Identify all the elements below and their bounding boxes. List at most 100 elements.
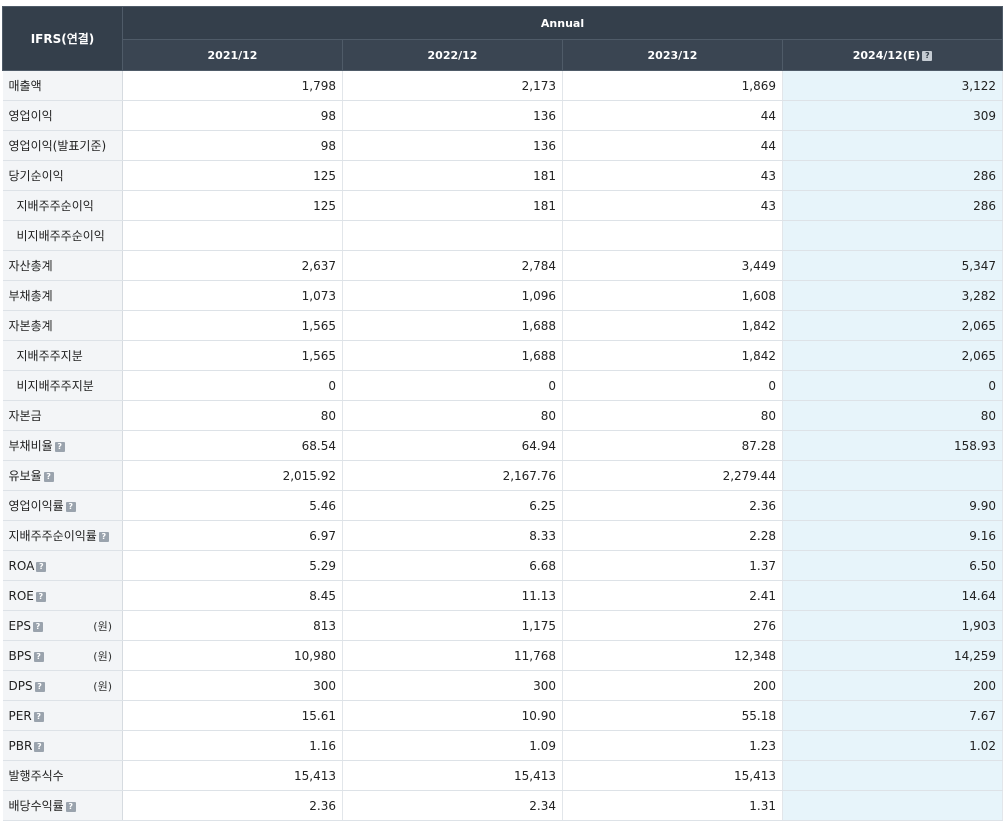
value-cell-estimate [782, 130, 1004, 161]
value-cell: 1.23 [562, 730, 783, 761]
help-icon[interactable]: ? [65, 802, 76, 812]
table-header: IFRS(연결) Annual 2021/12 2022/12 2023/12 … [2, 6, 1004, 71]
value-cell: 125 [122, 190, 343, 221]
row-label: PER [8, 708, 32, 723]
header-col-2024e: 2024/12(E)? [781, 39, 1004, 71]
row-label: 영업이익(발표기준) [8, 139, 107, 153]
table-row: PBR? 1.16 1.09 1.23 1.02 [2, 730, 1004, 761]
value-cell: 44 [562, 100, 783, 131]
value-cell: 1,842 [562, 310, 783, 341]
row-label-cell: EPS? (원) [2, 610, 123, 641]
header-col-2022: 2022/12 [342, 39, 563, 71]
help-icon[interactable]: ? [33, 711, 44, 722]
row-label-cell: 영업이익률? [2, 490, 123, 521]
value-cell [342, 220, 563, 251]
table-row: 부채총계 1,073 1,096 1,608 3,282 [2, 280, 1004, 311]
value-cell-estimate: 9.90 [782, 490, 1004, 521]
row-label: 배당수익률 [8, 799, 64, 813]
value-cell: 1,688 [342, 340, 563, 371]
value-cell: 64.94 [342, 430, 563, 461]
value-cell: 10.90 [342, 700, 563, 731]
row-label: 영업이익 [8, 109, 53, 123]
value-cell: 2.36 [562, 490, 783, 521]
row-label-cell: 유보율? [2, 460, 123, 491]
row-label: ROA [8, 558, 35, 573]
value-cell: 1,565 [122, 340, 343, 371]
value-cell-estimate [782, 790, 1004, 821]
row-label: 지배주주순이익률 [8, 529, 97, 543]
table-row: 당기순이익 125 181 43 286 [2, 160, 1004, 191]
value-cell: 2.36 [122, 790, 343, 821]
value-cell: 98 [122, 130, 343, 161]
table-row: 자본총계 1,565 1,688 1,842 2,065 [2, 310, 1004, 341]
value-cell: 6.97 [122, 520, 343, 551]
value-cell: 5.29 [122, 550, 343, 581]
value-cell: 8.33 [342, 520, 563, 551]
value-cell: 2.41 [562, 580, 783, 611]
value-cell: 80 [342, 400, 563, 431]
value-cell: 1,869 [562, 70, 783, 101]
row-label-cell: 배당수익률? [2, 790, 123, 821]
unit-label: (원) [93, 649, 112, 663]
row-label: 지배주주순이익 [16, 199, 94, 213]
value-cell: 1,073 [122, 280, 343, 311]
table-row: 유보율? 2,015.92 2,167.76 2,279.44 [2, 460, 1004, 491]
help-icon[interactable]: ? [54, 442, 65, 452]
row-label-cell: ROE? [2, 580, 123, 611]
help-icon[interactable]: ? [34, 741, 45, 752]
value-cell: 2,637 [122, 250, 343, 281]
row-label-cell: 매출액 [2, 70, 123, 101]
row-label: 부채비율 [8, 439, 53, 453]
row-label-cell: BPS? (원) [2, 640, 123, 671]
help-icon[interactable]: ? [35, 591, 46, 602]
value-cell-estimate [782, 220, 1004, 251]
help-icon[interactable]: ? [33, 651, 44, 662]
help-icon[interactable]: ? [98, 532, 109, 542]
value-cell: 1,798 [122, 70, 343, 101]
value-cell-estimate: 2,065 [782, 310, 1004, 341]
value-cell: 6.25 [342, 490, 563, 521]
value-cell: 1,842 [562, 340, 783, 371]
value-cell: 15,413 [562, 760, 783, 791]
row-label: ROE [8, 588, 34, 603]
table-row: 영업이익 98 136 44 309 [2, 100, 1004, 131]
row-label-cell: 비지배주주순이익 [2, 220, 123, 251]
value-cell-estimate: 158.93 [782, 430, 1004, 461]
row-label: 자산총계 [8, 259, 53, 273]
value-cell-estimate: 7.67 [782, 700, 1004, 731]
value-cell-estimate: 200 [782, 670, 1004, 701]
value-cell: 1,175 [342, 610, 563, 641]
row-label: 지배주주지분 [16, 349, 83, 363]
row-label: PBR [8, 738, 33, 753]
help-icon[interactable]: ? [43, 472, 54, 482]
help-icon[interactable]: ? [922, 50, 933, 61]
table-row: 비지배주주순이익 [2, 220, 1004, 251]
header-col-label: 2023/12 [647, 48, 698, 62]
table-row: 발행주식수 15,413 15,413 15,413 [2, 760, 1004, 791]
value-cell: 300 [122, 670, 343, 701]
row-label: 비지배주주지분 [16, 379, 94, 393]
help-icon[interactable]: ? [34, 681, 45, 692]
value-cell: 276 [562, 610, 783, 641]
value-cell-estimate: 14.64 [782, 580, 1004, 611]
value-cell [562, 220, 783, 251]
table-row: 부채비율? 68.54 64.94 87.28 158.93 [2, 430, 1004, 461]
header-col-2021: 2021/12 [122, 39, 343, 71]
help-icon[interactable]: ? [36, 561, 47, 572]
value-cell: 2,784 [342, 250, 563, 281]
help-icon[interactable]: ? [65, 502, 76, 512]
value-cell: 813 [122, 610, 343, 641]
row-label-cell: 지배주주지분 [2, 340, 123, 371]
value-cell: 2.28 [562, 520, 783, 551]
row-label: 자본금 [8, 409, 42, 423]
row-label: 자본총계 [8, 319, 53, 333]
value-cell: 1,096 [342, 280, 563, 311]
table-row: ROA? 5.29 6.68 1.37 6.50 [2, 550, 1004, 581]
value-cell: 8.45 [122, 580, 343, 611]
value-cell: 2,015.92 [122, 460, 343, 491]
table-row: EPS? (원) 813 1,175 276 1,903 [2, 610, 1004, 641]
value-cell: 181 [342, 190, 563, 221]
help-icon[interactable]: ? [32, 621, 43, 632]
row-label-cell: 당기순이익 [2, 160, 123, 191]
table-row: 자본금 80 80 80 80 [2, 400, 1004, 431]
